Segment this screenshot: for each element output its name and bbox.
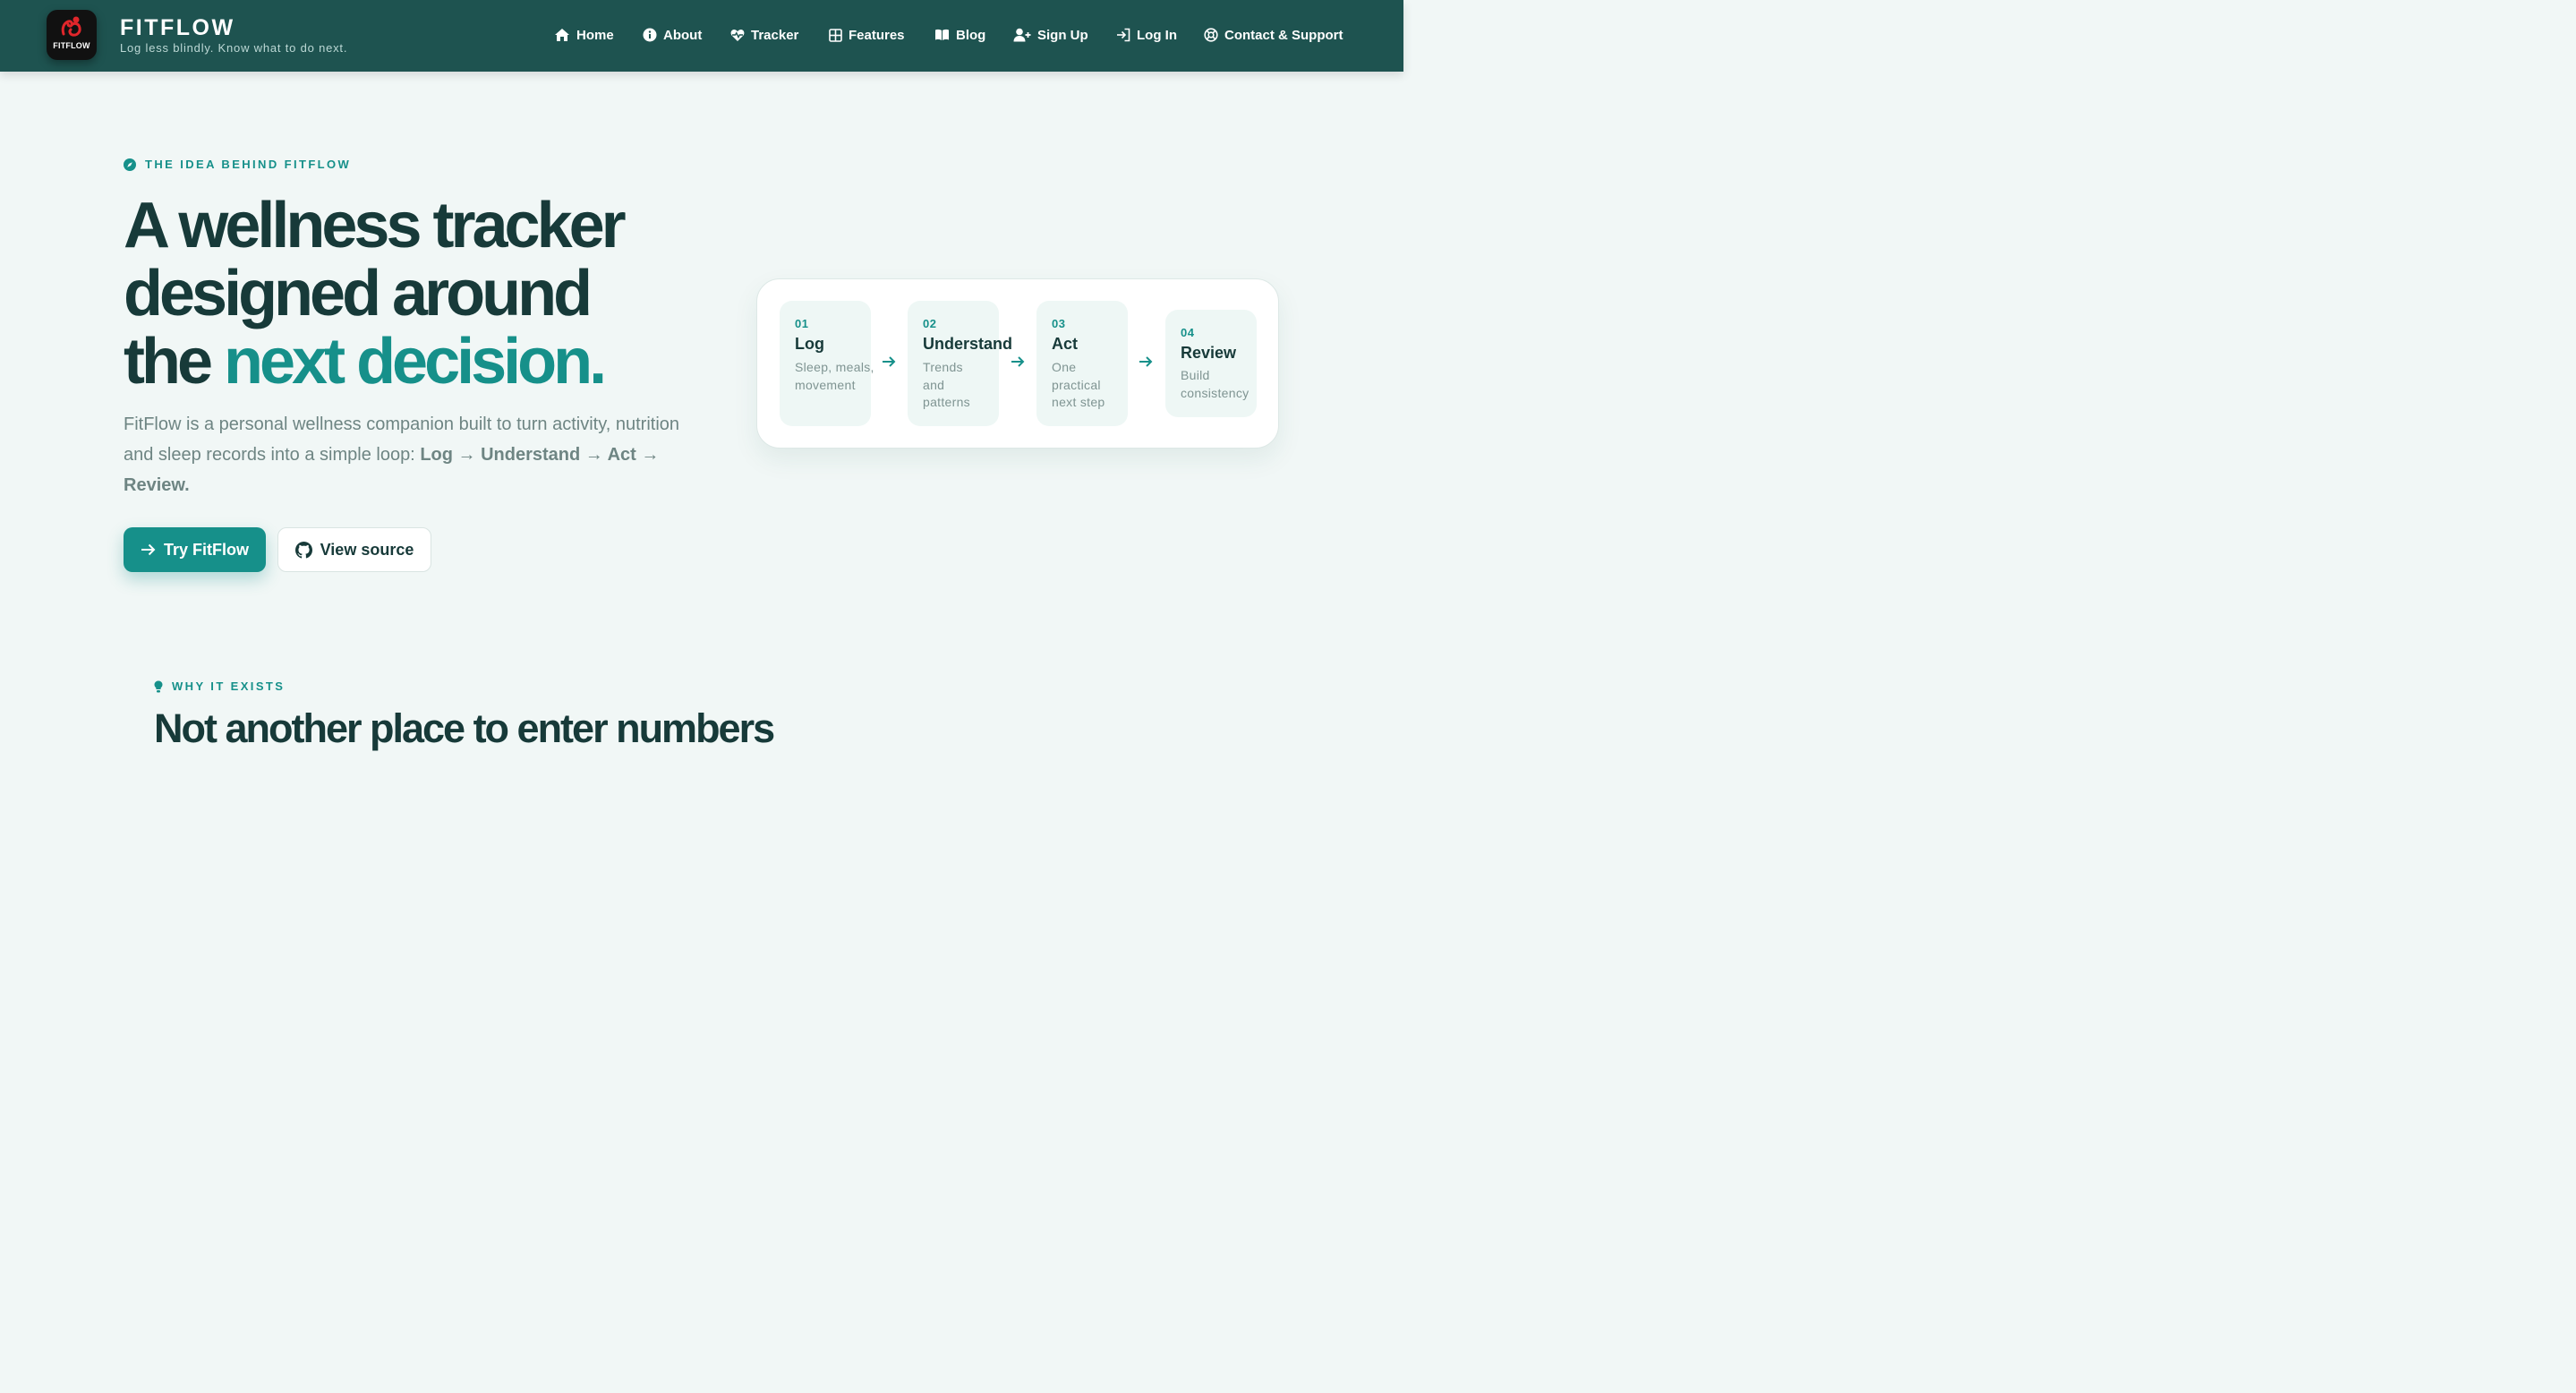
why-title: Not another place to enter numbers (154, 705, 775, 751)
nav-item-about[interactable]: About (643, 25, 702, 45)
nav-label-about: About (663, 27, 703, 43)
nav-item-contact[interactable]: Contact & Support (1204, 25, 1343, 45)
nav-item-features[interactable]: Features (829, 25, 905, 45)
nav-label-features: Features (849, 27, 905, 43)
lifebuoy-icon (1204, 28, 1218, 42)
nav-item-signup[interactable]: Sign Up (1013, 25, 1088, 45)
step-number: 01 (795, 317, 809, 330)
nav-label-home: Home (576, 27, 614, 43)
arrow-right-icon (883, 356, 896, 367)
hero-title-line-3: the (124, 326, 225, 397)
loop-step-understand: 02 Understand Trends and patterns (908, 301, 1012, 426)
nav-label-blog: Blog (956, 27, 986, 43)
step-name: Act (1052, 335, 1079, 353)
brand-tagline: Log less blindly. Know what to do next. (120, 41, 348, 55)
arrow-right-icon (1011, 356, 1025, 367)
step-description: Sleep, meals, movement (795, 360, 874, 392)
step-number: 03 (1052, 317, 1066, 330)
arrow-right-icon (1139, 356, 1153, 367)
nav-label-tracker: Tracker (751, 27, 799, 43)
book-icon (935, 29, 949, 40)
why-eyebrow-text: WHY IT EXISTS (172, 679, 286, 693)
nav-item-home[interactable]: Home (554, 25, 614, 45)
nav-label-signup: Sign Up (1037, 27, 1088, 43)
lightbulb-icon (154, 680, 163, 692)
view-source-label: View source (320, 540, 414, 559)
hero-eyebrow-text: THE IDEA BEHIND FITFLOW (145, 158, 352, 171)
nav-label-contact: Contact & Support (1224, 27, 1343, 43)
step-description: Build consistency (1181, 368, 1250, 400)
hero-title-line-2: designed around (124, 258, 593, 329)
hero-title: A wellness tracker designed around the n… (124, 192, 750, 396)
grid-icon (829, 28, 842, 42)
brand-name[interactable]: FITFLOW (120, 15, 235, 41)
step-number: 02 (923, 317, 937, 330)
try-fitflow-label: Try FitFlow (163, 540, 249, 559)
try-fitflow-button[interactable]: Try FitFlow (124, 527, 266, 572)
compass-icon (124, 158, 136, 171)
nav-item-login[interactable]: Log In (1116, 25, 1177, 45)
view-source-button[interactable]: View source (277, 527, 431, 572)
logo-text: FITFLOW (53, 41, 90, 50)
step-name: Review (1181, 344, 1237, 362)
home-icon (555, 29, 569, 41)
hero-description: FitFlow is a personal wellness companion… (124, 409, 696, 500)
step-number: 04 (1181, 326, 1195, 339)
login-icon (1117, 28, 1130, 42)
loop-card: 01 Log Sleep, meals, movement 02 Underst… (756, 278, 1279, 449)
why-eyebrow: WHY IT EXISTS (154, 679, 285, 693)
info-icon (643, 28, 657, 42)
step-name: Log (795, 335, 824, 353)
top-navbar: FITFLOW FITFLOW Log less blindly. Know w… (0, 0, 1403, 72)
brand-logo[interactable]: FITFLOW (47, 10, 97, 60)
loop-step-review: 04 Review Build consistency (1165, 310, 1257, 417)
step-description: Trends and patterns (923, 360, 970, 409)
flexing-arm-icon (61, 16, 81, 37)
step-description: One practical next step (1052, 360, 1105, 409)
hero-eyebrow: THE IDEA BEHIND FITFLOW (124, 158, 351, 171)
loop-step-act: 03 Act One practical next step (1036, 301, 1128, 426)
hero-title-accent: next decision. (224, 326, 607, 397)
step-name: Understand (923, 335, 1013, 353)
nav-item-tracker[interactable]: Tracker (730, 25, 798, 45)
nav-item-blog[interactable]: Blog (934, 25, 985, 45)
heart-pulse-icon (730, 29, 745, 41)
user-plus-icon (1013, 28, 1031, 42)
hero-title-line-1: A wellness tracker (124, 190, 627, 261)
loop-step-log: 01 Log Sleep, meals, movement (780, 301, 874, 426)
arrow-right-icon (141, 543, 156, 556)
github-icon (294, 541, 312, 559)
nav-label-login: Log In (1137, 27, 1177, 43)
